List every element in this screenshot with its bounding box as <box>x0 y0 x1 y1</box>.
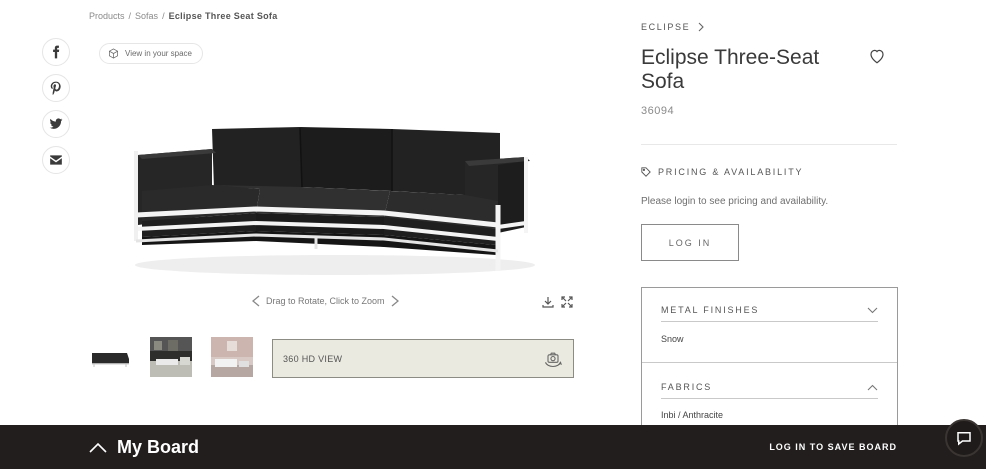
breadcrumb-separator: / <box>128 11 132 21</box>
fabrics-label: FABRICS <box>661 382 713 392</box>
chevron-up-icon <box>867 384 878 390</box>
email-icon <box>50 155 62 165</box>
option-fabrics: FABRICS Inbi / Anthracite <box>642 362 897 427</box>
chevron-up-icon <box>89 442 107 453</box>
chat-icon <box>957 432 971 446</box>
email-share-button[interactable] <box>42 146 70 174</box>
brand-label: ECLIPSE <box>641 22 691 32</box>
thumbnail-lifestyle-1[interactable] <box>150 337 192 377</box>
tag-icon <box>641 167 651 177</box>
pinterest-icon <box>50 81 61 95</box>
option-metal-finishes: METAL FINISHES Snow <box>642 288 897 362</box>
divider <box>641 144 897 145</box>
product-title: Eclipse Three-Seat Sofa <box>641 46 820 93</box>
thumbnail-lifestyle-2[interactable] <box>211 337 253 377</box>
download-icon[interactable] <box>542 296 554 308</box>
viewer-tools <box>542 296 573 308</box>
breadcrumb-current: Eclipse Three Seat Sofa <box>168 11 278 21</box>
rotate-hint: Drag to Rotate, Click to Zoom <box>252 295 399 307</box>
chevron-down-icon <box>867 307 878 313</box>
share-bar <box>42 38 70 174</box>
chevron-left-icon[interactable] <box>252 295 260 307</box>
breadcrumb-sofas[interactable]: Sofas <box>135 11 158 21</box>
login-to-save-board-link[interactable]: LOG IN TO SAVE BOARD <box>769 442 897 452</box>
pricing-note: Please login to see pricing and availabi… <box>641 196 829 207</box>
twitter-share-button[interactable] <box>42 110 70 138</box>
twitter-icon <box>49 118 63 129</box>
chat-button[interactable] <box>945 419 983 457</box>
sofa-image <box>134 127 535 275</box>
pinterest-share-button[interactable] <box>42 74 70 102</box>
product-3d-viewer[interactable] <box>120 105 550 285</box>
thumbnail-sofa[interactable] <box>89 337 131 377</box>
metal-finishes-toggle[interactable]: METAL FINISHES <box>661 288 878 322</box>
view-in-space-label: View in your space <box>125 49 192 58</box>
chevron-right-icon[interactable] <box>391 295 399 307</box>
pricing-heading-label: PRICING & AVAILABILITY <box>658 167 804 177</box>
hd-360-view-button[interactable]: 360 HD VIEW <box>272 339 574 378</box>
facebook-icon <box>53 45 60 59</box>
camera-360-icon <box>544 352 562 367</box>
cube-icon <box>109 48 118 59</box>
product-sku: 36094 <box>641 105 675 117</box>
facebook-share-button[interactable] <box>42 38 70 66</box>
view-in-space-button[interactable]: View in your space <box>99 43 203 64</box>
breadcrumb-separator: / <box>162 11 165 21</box>
my-board-toggle[interactable]: My Board <box>89 437 199 458</box>
my-board-label: My Board <box>117 436 200 457</box>
metal-finishes-value: Snow <box>661 334 684 344</box>
breadcrumb-products[interactable]: Products <box>89 11 125 21</box>
metal-finishes-label: METAL FINISHES <box>661 305 760 315</box>
heart-icon[interactable] <box>868 47 886 65</box>
breadcrumb: Products / Sofas / Eclipse Three Seat So… <box>89 11 278 21</box>
pricing-heading: PRICING & AVAILABILITY <box>641 167 803 177</box>
fullscreen-icon[interactable] <box>561 296 573 308</box>
brand-link[interactable]: ECLIPSE <box>641 22 704 32</box>
hd-360-view-label: 360 HD VIEW <box>283 353 343 364</box>
rotate-hint-label: Drag to Rotate, Click to Zoom <box>266 296 385 306</box>
options-panel: METAL FINISHES Snow FABRICS Inbi / Anthr… <box>641 287 898 427</box>
fabrics-toggle[interactable]: FABRICS <box>661 363 878 399</box>
fabrics-value: Inbi / Anthracite <box>661 410 724 420</box>
my-board-bar: My Board LOG IN TO SAVE BOARD <box>0 425 986 469</box>
login-button[interactable]: LOG IN <box>641 224 739 261</box>
chevron-right-icon <box>698 22 704 32</box>
